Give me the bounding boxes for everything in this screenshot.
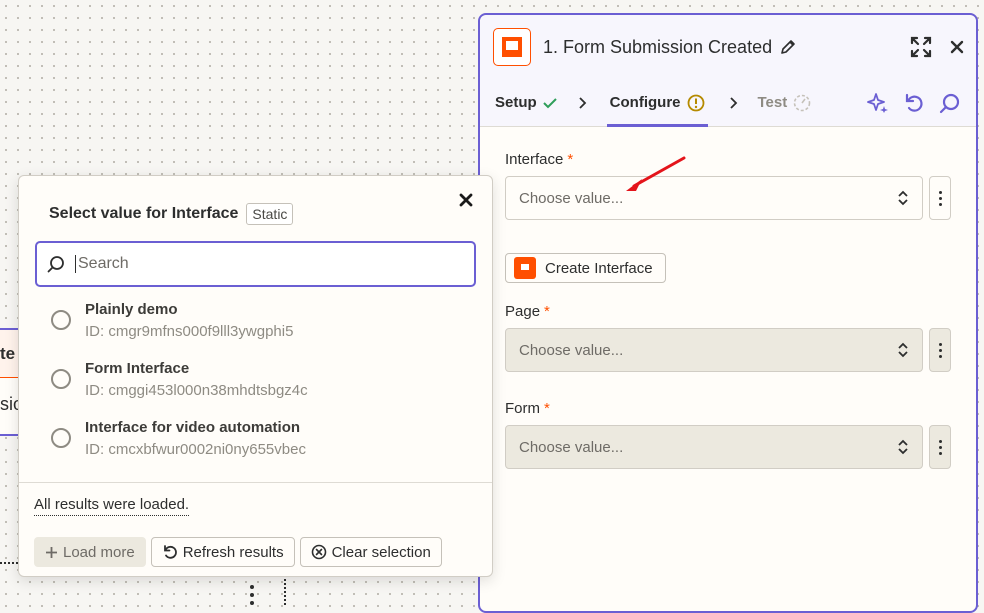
clear-selection-button[interactable]: Clear selection <box>299 537 442 567</box>
form-select-placeholder: Choose value... <box>519 438 624 456</box>
form-field-label: Form * <box>505 400 951 417</box>
required-marker: * <box>544 303 550 320</box>
refresh-results-label: Refresh results <box>182 543 284 561</box>
tab-configure[interactable]: Configure <box>606 79 708 127</box>
tab-setup[interactable]: Setup <box>495 79 557 127</box>
radio-button[interactable] <box>51 310 71 330</box>
canvas-connector <box>0 562 18 564</box>
step-title: 1. Form Submission Created <box>543 36 773 57</box>
static-badge: Static <box>246 203 294 225</box>
option-name: Plainly demo <box>85 301 178 318</box>
annotation-arrow-icon <box>626 156 686 191</box>
page-field-label: Page * <box>505 303 951 320</box>
popover-search-box[interactable] <box>35 241 476 287</box>
create-interface-label: Create Interface <box>545 259 653 277</box>
updown-chevron-icon <box>897 341 909 359</box>
interfaces-app-icon <box>493 28 531 66</box>
page-label-text: Page <box>505 303 541 320</box>
create-interface-button[interactable]: Create Interface <box>505 253 666 283</box>
popover-title: Select value for Interface <box>49 205 239 222</box>
tab-test[interactable]: Test <box>758 79 812 127</box>
option-name: Interface for video automation <box>85 419 301 436</box>
interface-select[interactable]: Choose value... <box>505 176 923 220</box>
close-icon[interactable] <box>458 192 474 208</box>
tab-setup-label: Setup <box>495 94 537 111</box>
interfaces-app-icon <box>514 257 536 279</box>
radio-button[interactable] <box>51 428 71 448</box>
warning-icon <box>687 94 704 111</box>
interface-more-options-icon[interactable] <box>929 176 951 220</box>
check-icon <box>542 97 557 108</box>
timer-icon <box>793 94 811 111</box>
option-item[interactable]: Plainly demo ID: cmgr9mfns000f9lll3ywgph… <box>51 301 492 360</box>
option-name: Form Interface <box>85 360 190 377</box>
search-icon <box>47 256 64 273</box>
step-tabs: Setup Configure Test <box>480 79 976 127</box>
tab-configure-label: Configure <box>609 94 681 111</box>
refresh-icon <box>163 545 177 559</box>
option-id: ID: cmggi453l000n38mhdtsbgz4c <box>85 382 308 399</box>
close-panel-icon[interactable] <box>950 40 964 54</box>
results-status: All results were loaded. <box>34 496 190 516</box>
form-label-text: Form <box>505 400 540 417</box>
canvas-node-menu-icon[interactable] <box>248 585 256 605</box>
refresh-results-button[interactable]: Refresh results <box>150 537 295 567</box>
updown-chevron-icon <box>897 189 909 207</box>
configure-form: Interface * Choose value... Create Interf… <box>480 127 976 469</box>
options-list: Plainly demo ID: cmgr9mfns000f9lll3ywgph… <box>19 287 492 478</box>
step-editor-panel: 1. Form Submission Created Setup Configu… <box>478 13 978 613</box>
interface-label-text: Interface <box>505 151 564 168</box>
page-select-placeholder: Choose value... <box>519 341 624 359</box>
expand-icon[interactable] <box>910 36 932 58</box>
page-select[interactable]: Choose value... <box>505 328 923 372</box>
load-more-label: Load more <box>63 543 135 561</box>
updown-chevron-icon <box>897 438 909 456</box>
interface-field-label: Interface * <box>505 151 951 168</box>
chevron-right-icon <box>729 96 738 109</box>
plus-icon <box>46 546 57 558</box>
popover-footer: Load more Refresh results Clear selectio… <box>34 537 442 567</box>
panel-header: 1. Form Submission Created <box>480 15 976 79</box>
clear-selection-label: Clear selection <box>331 543 431 561</box>
required-marker: * <box>544 400 550 417</box>
option-item[interactable]: Form Interface ID: cmggi453l000n38mhdtsb… <box>51 360 492 419</box>
load-more-button[interactable]: Load more <box>34 537 146 567</box>
form-more-options-icon[interactable] <box>929 425 951 469</box>
option-item[interactable]: Interface for video automation ID: cmcxb… <box>51 419 492 478</box>
form-select[interactable]: Choose value... <box>505 425 923 469</box>
page-more-options-icon[interactable] <box>929 328 951 372</box>
option-id: ID: cmcxbfwur0002ni0ny655vbec <box>85 441 306 458</box>
clear-circle-x-icon <box>311 544 326 560</box>
interface-select-placeholder: Choose value... <box>519 189 624 207</box>
required-marker: * <box>567 151 574 168</box>
chevron-right-icon <box>579 96 587 109</box>
edit-title-pencil-icon[interactable] <box>780 39 796 55</box>
search-icon[interactable] <box>939 92 961 114</box>
sparkle-ai-icon[interactable] <box>867 92 889 114</box>
canvas-connector-vertical <box>284 575 286 605</box>
undo-icon[interactable] <box>903 92 925 114</box>
option-id: ID: cmgr9mfns000f9lll3ywgphi5 <box>85 323 294 340</box>
radio-button[interactable] <box>51 369 71 389</box>
search-input[interactable] <box>76 254 456 274</box>
select-value-popover: Select value for Interface Static Plainl… <box>18 175 493 577</box>
divider <box>19 482 492 483</box>
tab-test-label: Test <box>757 94 788 111</box>
